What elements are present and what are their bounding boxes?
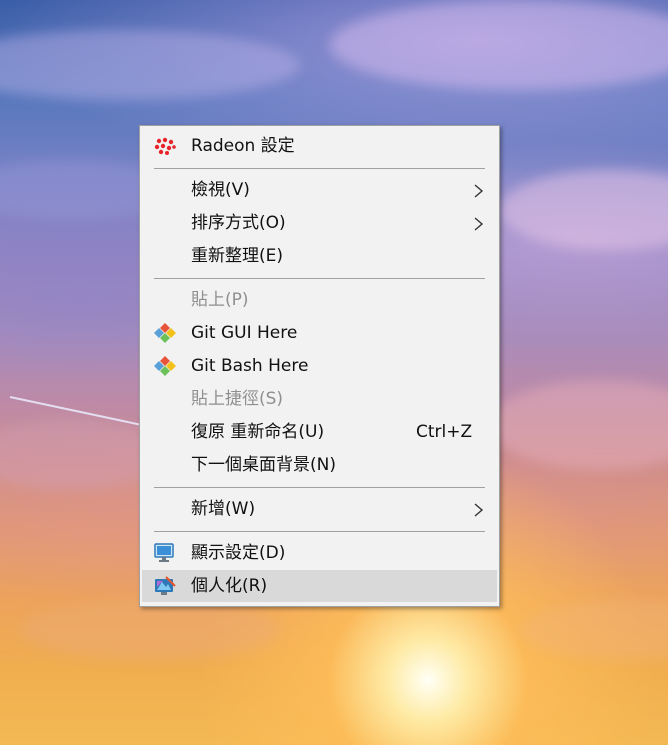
- menu-item-paste: 貼上(P): [142, 284, 497, 316]
- menu-item-label: 重新整理(E): [191, 246, 284, 266]
- wallpaper-cloud: [0, 30, 300, 100]
- radeon-icon: [154, 136, 176, 156]
- personalize-icon: [154, 576, 176, 596]
- display-settings-icon: [154, 543, 176, 563]
- wallpaper-cloud: [500, 170, 668, 250]
- menu-item-shortcut: Ctrl+Z: [416, 422, 473, 442]
- menu-item-undo-rename[interactable]: 復原 重新命名(U) Ctrl+Z: [142, 416, 497, 448]
- menu-item-radeon-settings[interactable]: Radeon 設定: [142, 130, 497, 162]
- menu-item-label: 下一個桌面背景(N): [191, 455, 336, 475]
- git-icon: [154, 356, 176, 376]
- menu-item-label: 顯示設定(D): [191, 543, 286, 563]
- wallpaper-cloud: [330, 0, 668, 90]
- menu-item-label: Git GUI Here: [191, 323, 298, 343]
- menu-item-view[interactable]: 檢視(V): [142, 174, 497, 206]
- menu-item-label: Radeon 設定: [191, 136, 295, 156]
- menu-item-next-desktop-background[interactable]: 下一個桌面背景(N): [142, 449, 497, 481]
- menu-item-display-settings[interactable]: 顯示設定(D): [142, 537, 497, 569]
- menu-item-personalize[interactable]: 個人化(R): [142, 570, 497, 602]
- menu-item-label: 貼上捷徑(S): [191, 389, 284, 409]
- menu-item-label: 新增(W): [191, 499, 256, 519]
- git-icon: [154, 323, 176, 343]
- wallpaper-cloud: [520, 600, 668, 660]
- menu-item-git-bash-here[interactable]: Git Bash Here: [142, 350, 497, 382]
- wallpaper-cloud: [490, 380, 668, 470]
- menu-item-label: 個人化(R): [191, 576, 268, 596]
- menu-item-label: 復原 重新命名(U): [191, 422, 325, 442]
- menu-item-label: Git Bash Here: [191, 356, 309, 376]
- menu-separator: [154, 531, 485, 532]
- menu-separator: [154, 168, 485, 169]
- chevron-right-icon: [471, 183, 485, 198]
- chevron-right-icon: [471, 216, 485, 231]
- desktop-context-menu: Radeon 設定 檢視(V) 排序方式(O) 重新整理(E) 貼上(P) Gi…: [139, 125, 500, 607]
- wallpaper-cloud: [20, 600, 280, 660]
- menu-item-paste-shortcut: 貼上捷徑(S): [142, 383, 497, 415]
- menu-item-git-gui-here[interactable]: Git GUI Here: [142, 317, 497, 349]
- menu-item-label: 檢視(V): [191, 180, 250, 200]
- menu-separator: [154, 487, 485, 488]
- menu-item-label: 排序方式(O): [191, 213, 286, 233]
- menu-item-new[interactable]: 新增(W): [142, 493, 497, 525]
- menu-item-sort-by[interactable]: 排序方式(O): [142, 207, 497, 239]
- menu-item-refresh[interactable]: 重新整理(E): [142, 240, 497, 272]
- menu-item-label: 貼上(P): [191, 290, 249, 310]
- menu-separator: [154, 278, 485, 279]
- chevron-right-icon: [471, 502, 485, 517]
